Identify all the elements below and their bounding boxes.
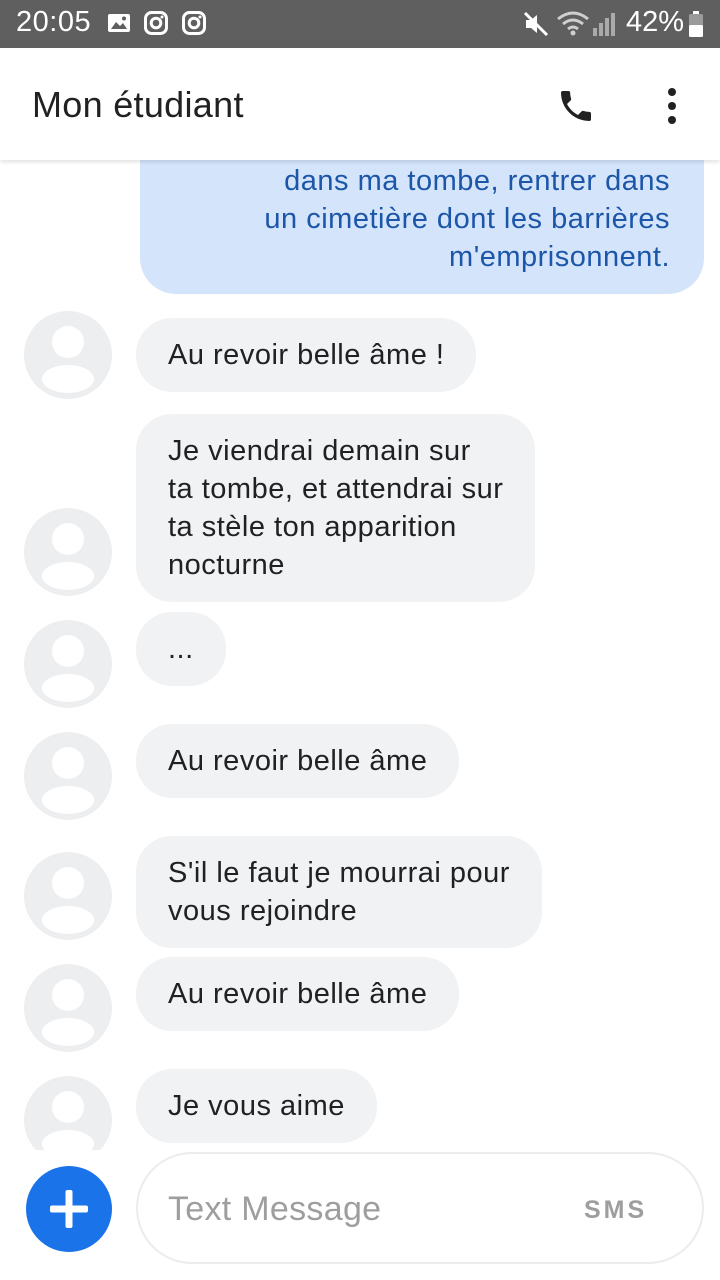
message-text: dans ma tombe, rentrer dans un cimetière… xyxy=(264,165,670,273)
avatar[interactable] xyxy=(24,311,112,399)
phone-icon xyxy=(561,91,591,121)
incoming-message[interactable]: S'il le faut je mourrai pour vous rejoin… xyxy=(136,836,542,948)
conversation-title: Mon étudiant xyxy=(32,84,244,125)
person-icon xyxy=(42,523,94,590)
person-icon xyxy=(42,867,94,934)
add-attachment-button[interactable] xyxy=(26,1166,112,1252)
app-bar: Mon étudiant xyxy=(0,48,720,160)
message-list[interactable]: dans ma tombe, rentrer dans un cimetière… xyxy=(0,160,720,1160)
incoming-message[interactable]: Je viendrai demain sur ta tombe, et atte… xyxy=(136,414,536,602)
instagram-icon xyxy=(143,10,169,36)
avatar[interactable] xyxy=(24,1076,112,1160)
signal-icon xyxy=(592,10,618,36)
instagram-icon xyxy=(181,10,207,36)
message-input[interactable]: Text Message SMS xyxy=(136,1152,704,1264)
avatar[interactable] xyxy=(24,620,112,708)
avatar[interactable] xyxy=(24,732,112,820)
incoming-message[interactable]: Je vous aime xyxy=(136,1069,377,1143)
more-options-button[interactable] xyxy=(648,78,696,134)
incoming-message[interactable]: Au revoir belle âme xyxy=(136,957,460,1031)
person-icon xyxy=(42,747,94,814)
gallery-icon xyxy=(106,10,132,36)
incoming-message[interactable]: ... xyxy=(136,612,226,686)
person-icon xyxy=(42,1091,94,1158)
battery-icon xyxy=(688,11,714,37)
call-button[interactable] xyxy=(548,78,604,134)
message-input-placeholder: Text Message xyxy=(168,1190,382,1228)
more-vert-icon xyxy=(668,88,676,124)
battery-percent: 42% xyxy=(626,6,685,38)
incoming-message[interactable]: Au revoir belle âme ! xyxy=(136,318,477,392)
avatar[interactable] xyxy=(24,852,112,940)
mute-icon xyxy=(522,10,549,37)
person-icon xyxy=(42,979,94,1046)
avatar[interactable] xyxy=(24,508,112,596)
person-icon xyxy=(42,635,94,702)
status-time: 20:05 xyxy=(16,6,92,38)
send-sms-button[interactable]: SMS xyxy=(584,1196,647,1225)
compose-bar: Text Message SMS xyxy=(0,1150,720,1280)
person-icon xyxy=(42,326,94,393)
status-bar: 20:05 42% xyxy=(0,0,720,48)
avatar[interactable] xyxy=(24,964,112,1052)
wifi-icon xyxy=(556,10,589,36)
incoming-message[interactable]: Au revoir belle âme xyxy=(136,724,460,798)
outgoing-message[interactable]: dans ma tombe, rentrer dans un cimetière… xyxy=(140,160,704,294)
plus-icon xyxy=(50,1190,88,1228)
